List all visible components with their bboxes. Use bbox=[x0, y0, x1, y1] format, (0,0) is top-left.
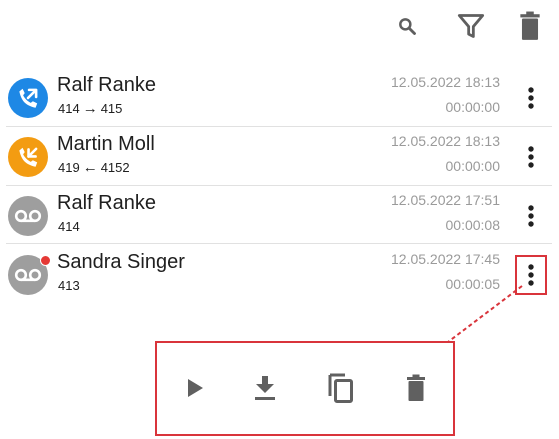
from-number: 414 bbox=[58, 101, 80, 116]
more-vert-icon bbox=[528, 146, 534, 168]
play-button[interactable] bbox=[181, 373, 209, 403]
more-options-button[interactable] bbox=[517, 198, 545, 234]
download-button[interactable] bbox=[249, 371, 281, 405]
caller-name: Martin Moll bbox=[57, 133, 155, 155]
call-date: 12.05.2022 17:51 bbox=[391, 192, 500, 208]
avatar bbox=[8, 137, 48, 177]
callout-line bbox=[447, 285, 523, 343]
arrow-left-icon: ← bbox=[82, 159, 98, 176]
delete-button[interactable] bbox=[401, 371, 431, 405]
row-divider bbox=[6, 243, 552, 244]
arrow-right-icon: → bbox=[82, 100, 98, 117]
incoming-call-icon bbox=[19, 147, 38, 167]
call-date: 12.05.2022 17:45 bbox=[391, 251, 500, 267]
search-button[interactable] bbox=[393, 12, 421, 40]
play-icon bbox=[188, 379, 203, 397]
caller-name: Ralf Ranke bbox=[57, 74, 156, 96]
call-numbers: 419 ← 4152 bbox=[58, 160, 130, 175]
more-vert-icon bbox=[528, 87, 534, 109]
call-date: 12.05.2022 18:13 bbox=[391, 74, 500, 90]
call-duration: 00:00:00 bbox=[445, 99, 501, 115]
from-number: 419 bbox=[58, 160, 80, 175]
call-date: 12.05.2022 18:13 bbox=[391, 133, 500, 149]
search-icon bbox=[399, 18, 416, 35]
voicemail-icon bbox=[14, 268, 42, 282]
to-number: 4152 bbox=[100, 160, 130, 175]
unread-indicator bbox=[40, 255, 51, 266]
copy-button[interactable] bbox=[323, 370, 357, 406]
from-number: 413 bbox=[58, 278, 80, 293]
more-options-button[interactable] bbox=[517, 139, 545, 175]
caller-name: Ralf Ranke bbox=[57, 192, 156, 214]
call-row[interactable]: Martin Moll 419 ← 4152 12.05.2022 18:13 … bbox=[0, 127, 552, 185]
call-duration: 00:00:00 bbox=[445, 158, 501, 174]
more-vert-icon bbox=[528, 205, 534, 227]
more-options-button[interactable] bbox=[517, 80, 545, 116]
clear-list-button[interactable] bbox=[514, 9, 546, 43]
call-row[interactable]: Ralf Ranke 414 12.05.2022 17:51 00:00:08 bbox=[0, 186, 552, 244]
context-menu bbox=[155, 341, 455, 436]
avatar bbox=[8, 78, 48, 118]
call-numbers: 414 bbox=[58, 219, 80, 234]
to-number: 415 bbox=[100, 101, 123, 116]
call-duration: 00:00:08 bbox=[445, 217, 501, 233]
voicemail-icon bbox=[14, 209, 42, 223]
outgoing-call-icon bbox=[19, 88, 38, 108]
download-icon bbox=[255, 376, 275, 400]
call-numbers: 413 bbox=[58, 278, 80, 293]
call-numbers: 414 → 415 bbox=[58, 101, 122, 116]
filter-button[interactable] bbox=[454, 10, 488, 42]
trash-icon bbox=[520, 11, 540, 40]
more-vert-icon bbox=[528, 264, 534, 286]
filter-icon bbox=[457, 14, 485, 38]
avatar bbox=[8, 196, 48, 236]
from-number: 414 bbox=[58, 219, 80, 234]
copy-icon bbox=[328, 373, 353, 403]
delete-icon bbox=[407, 374, 425, 401]
call-row[interactable]: Ralf Ranke 414 → 415 12.05.2022 18:13 00… bbox=[0, 68, 552, 126]
caller-name: Sandra Singer bbox=[57, 251, 185, 273]
